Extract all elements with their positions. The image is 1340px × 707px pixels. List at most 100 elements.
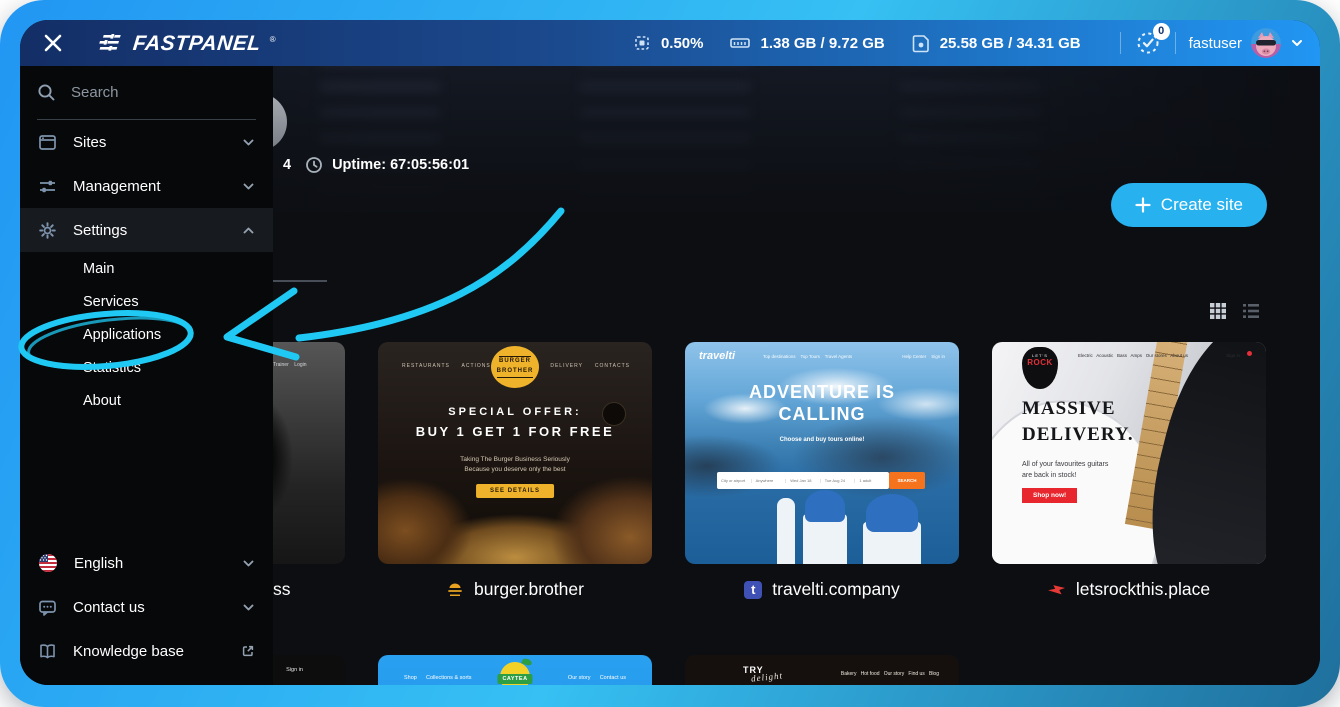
sidebar-item-language[interactable]: English — [20, 541, 273, 585]
site-card-burger-preview[interactable]: RESTAURANTS ACTIONS DELIVERY CONTACTS BU… — [378, 342, 652, 564]
sidebar-item-settings[interactable]: Settings — [20, 208, 273, 252]
santorini-tower-decor — [777, 498, 795, 564]
sidebar-item-label: Management — [73, 178, 161, 195]
sidebar-item-management[interactable]: Management — [20, 164, 273, 208]
sidebar-subitem-statistics[interactable]: Statistics — [20, 351, 273, 384]
fastpanel-app: FASTPANEL ® 0.50% 1.38 GB / 9.72 GB — [20, 20, 1320, 685]
list-view-icon[interactable] — [1242, 302, 1260, 320]
disk-usage: 25.58 GB / 34.31 GB — [911, 33, 1081, 53]
preview-heading: MASSIVE — [1022, 398, 1116, 420]
avatar — [1251, 28, 1281, 58]
ram-value: 1.38 GB / 9.72 GB — [760, 35, 884, 52]
lets-rock-logo: LET'S ROCK — [1022, 347, 1058, 389]
preview-subtext: All of your favourites guitarsare back i… — [1022, 460, 1108, 481]
travelti-favicon: t — [744, 581, 762, 599]
external-link-icon — [241, 644, 255, 658]
preview-nav: Top destinations Top Tours Travel Agents — [763, 354, 852, 359]
cart-badge-decor — [1247, 351, 1252, 356]
tasks-count-badge: 0 — [1153, 23, 1170, 40]
close-icon — [42, 32, 64, 54]
open-book-icon — [38, 642, 57, 661]
preview-heading: BUY 1 GET 1 FOR FREE — [378, 424, 652, 439]
create-site-button[interactable]: Create site — [1111, 183, 1267, 227]
brand-logo[interactable]: FASTPANEL ® — [98, 33, 276, 54]
site-cell-travelti: travelti Top destinations Top Tours Trav… — [685, 342, 959, 600]
server-rack-decor — [320, 66, 440, 212]
site-name-letsrock[interactable]: letsrockthis.place — [992, 579, 1266, 600]
site-cell-delight: TRY delight Bakery Hot food Our story Fi… — [685, 655, 959, 685]
sidebar-subitem-main[interactable]: Main — [20, 252, 273, 285]
sidebar-subitem-applications[interactable]: Applications — [20, 318, 273, 351]
sites-icon — [38, 133, 57, 152]
site-card-caytea-preview[interactable]: Shop Collections & sorts Our story Conta… — [378, 655, 652, 685]
travelti-logo: travelti — [699, 350, 735, 362]
sidebar-item-label: Settings — [73, 222, 127, 239]
sidebar-item-label: Knowledge base — [73, 643, 184, 660]
sidebar-item-label: Contact us — [73, 599, 145, 616]
preview-nav: Electric Acoustic Bass Amps Our stores A… — [1078, 353, 1188, 358]
server-rack-decor — [900, 66, 1040, 212]
grid-view-icon[interactable] — [1209, 302, 1227, 320]
ram-icon — [729, 33, 751, 53]
site-name-burger-brother[interactable]: burger.brother — [378, 579, 652, 600]
cpu-usage: 0.50% — [632, 33, 704, 53]
server-info-row: 4 Uptime: 67:05:56:01 — [283, 156, 469, 174]
close-menu-button[interactable] — [42, 32, 64, 54]
try-delight-logo: TRY delight — [743, 665, 783, 682]
disk-value: 25.58 GB / 34.31 GB — [940, 35, 1081, 52]
sidebar-menu: Sites Management Settings — [20, 66, 273, 685]
preview-nav: Bakery Hot food Our story Find us Blog — [841, 671, 939, 677]
site-name-travelti[interactable]: t travelti.company — [685, 579, 959, 600]
preview-subtext: Taking The Burger Business Seriously — [378, 456, 652, 463]
sidebar-subitem-services[interactable]: Services — [20, 285, 273, 318]
user-menu[interactable]: fastuser — [1189, 28, 1304, 58]
preview-nav: Our story Contact us — [568, 675, 626, 681]
chevron-down-icon — [1290, 36, 1304, 50]
sidebar-search — [37, 66, 256, 120]
cpu-value: 0.50% — [661, 35, 704, 52]
tasks-button[interactable]: 0 — [1134, 29, 1162, 57]
burger-brother-logo: BURGERBROTHER — [491, 346, 539, 388]
view-toggles — [1209, 302, 1260, 320]
chevron-down-icon — [242, 136, 255, 149]
topbar-right: 0.50% 1.38 GB / 9.72 GB 25.58 GB / 34.31… — [632, 28, 1320, 58]
preview-heading: CALLING — [685, 404, 959, 425]
top-bar: FASTPANEL ® 0.50% 1.38 GB / 9.72 GB — [20, 20, 1320, 66]
page: { "colors":{"accent":"#29b6f6","annotati… — [0, 0, 1340, 707]
equalizer-icon — [98, 34, 124, 52]
sidebar-footer: English Contact us — [20, 541, 273, 685]
sidebar-item-label: English — [74, 555, 123, 572]
uptime-value: Uptime: 67:05:56:01 — [332, 157, 469, 173]
disk-icon — [911, 33, 931, 53]
sidebar-item-label: Sites — [73, 134, 106, 151]
preview-heading: DELIVERY. — [1022, 424, 1134, 446]
brand-name: FASTPANEL — [132, 33, 262, 54]
preview-heading: ADVENTURE IS — [685, 382, 959, 403]
settings-gear-icon — [38, 221, 57, 240]
registered-mark: ® — [270, 35, 276, 44]
burger-favicon — [446, 581, 464, 599]
chevron-down-icon — [242, 180, 255, 193]
sidebar-subitem-about[interactable]: About — [20, 384, 273, 417]
chevron-down-icon — [242, 557, 255, 570]
divider — [1120, 32, 1121, 54]
management-sliders-icon — [38, 177, 57, 196]
site-card-travelti-preview[interactable]: travelti Top destinations Top Tours Trav… — [685, 342, 959, 564]
sidebar-item-knowledge-base[interactable]: Knowledge base — [20, 629, 273, 673]
preview-nav: Sign in — [286, 667, 303, 673]
site-card-delight-preview[interactable]: TRY delight Bakery Hot food Our story Fi… — [685, 655, 959, 685]
ip-fragment: 4 — [283, 157, 291, 173]
cpu-icon — [632, 33, 652, 53]
preview-nav: DELIVERY CONTACTS — [550, 363, 630, 369]
santorini-dome-decor — [863, 522, 921, 564]
sidebar-item-contact-us[interactable]: Contact us — [20, 585, 273, 629]
sidebar-item-sites[interactable]: Sites — [20, 120, 273, 164]
preview-subtext: Because you deserve only the best — [378, 466, 652, 473]
site-cell-caytea: Shop Collections & sorts Our story Conta… — [378, 655, 652, 685]
site-card-letsrock-preview[interactable]: LET'S ROCK Electric Acoustic Bass Amps O… — [992, 342, 1266, 564]
letsrock-favicon — [1048, 581, 1066, 599]
search-input[interactable] — [69, 83, 223, 102]
preview-subtext: Choose and buy tours online! — [685, 437, 959, 443]
chat-bubble-icon — [38, 598, 57, 617]
preview-cta: SEE DETAILS — [476, 484, 554, 498]
